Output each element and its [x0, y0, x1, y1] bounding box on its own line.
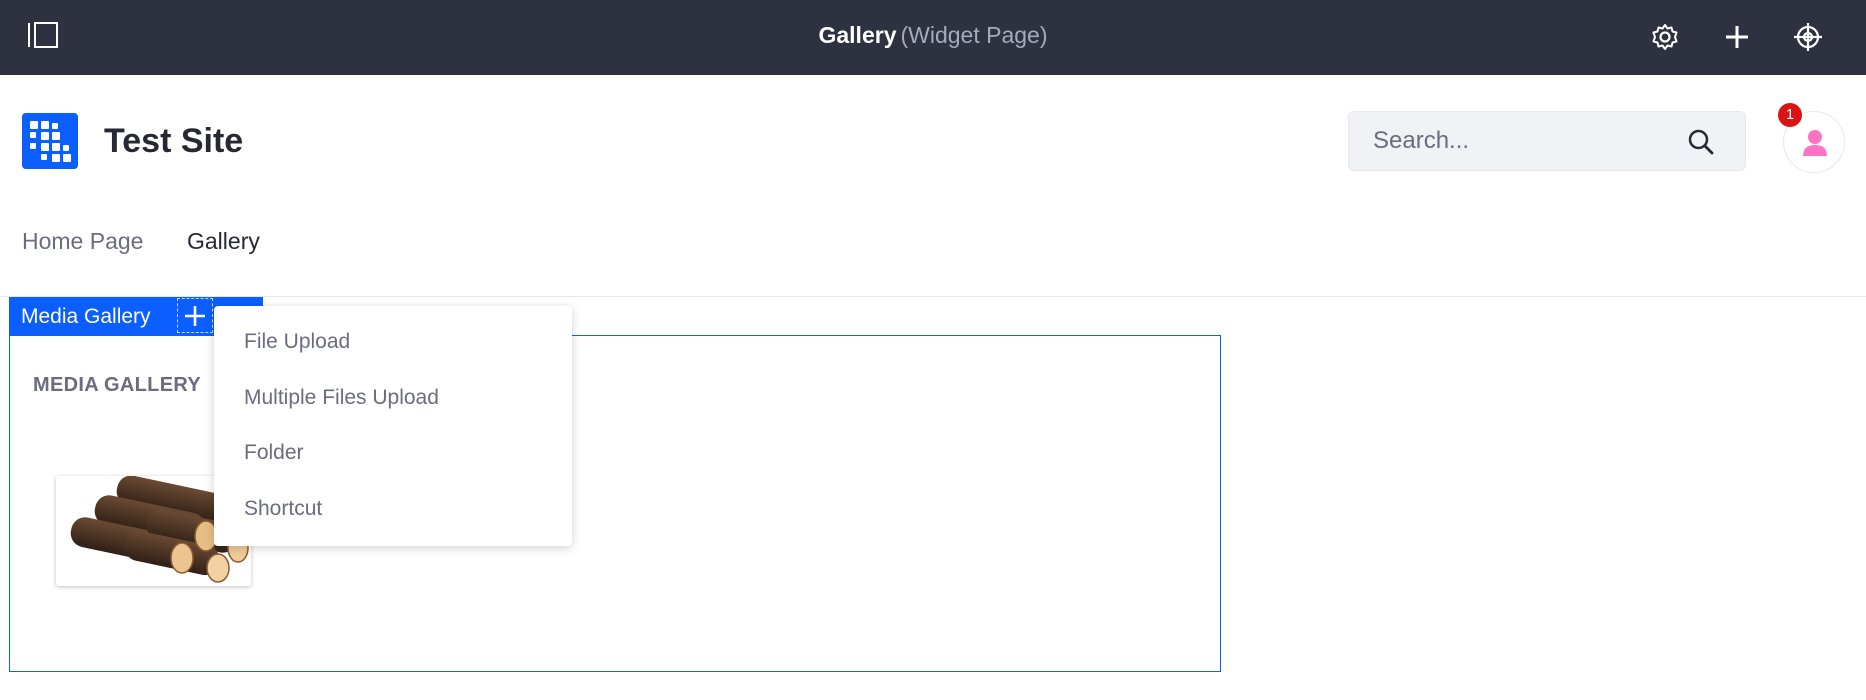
nav-divider: [0, 296, 1866, 297]
search-icon[interactable]: [1687, 128, 1715, 156]
control-bar: Gallery (Widget Page): [0, 0, 1866, 75]
plus-icon: [185, 306, 205, 326]
add-button[interactable]: [177, 298, 213, 333]
search-box: [1348, 111, 1746, 171]
gear-icon[interactable]: [1648, 20, 1682, 54]
notification-badge: 1: [1778, 103, 1802, 127]
menu-item-file-upload[interactable]: File Upload: [244, 330, 350, 354]
page-title-name: Gallery: [818, 22, 897, 48]
menu-item-multiple-files-upload[interactable]: Multiple Files Upload: [244, 386, 439, 410]
add-dropdown-menu: File Upload Multiple Files Upload Folder…: [214, 306, 572, 546]
menu-item-folder[interactable]: Folder: [244, 441, 304, 465]
page-title-type: (Widget Page): [900, 22, 1048, 48]
nav-item-gallery[interactable]: Gallery: [187, 228, 260, 255]
simulation-icon[interactable]: [1791, 20, 1825, 54]
portlet-title: Media Gallery: [21, 305, 151, 328]
page-title: Gallery (Widget Page): [0, 22, 1866, 49]
search-input[interactable]: [1373, 112, 1673, 170]
portlet-heading: MEDIA GALLERY: [33, 374, 201, 396]
plus-icon[interactable]: [1720, 20, 1754, 54]
menu-item-shortcut[interactable]: Shortcut: [244, 497, 322, 521]
site-name[interactable]: Test Site: [104, 122, 243, 161]
user-icon: [1803, 130, 1827, 156]
site-logo[interactable]: [22, 113, 78, 169]
nav-item-home-page[interactable]: Home Page: [22, 228, 143, 255]
